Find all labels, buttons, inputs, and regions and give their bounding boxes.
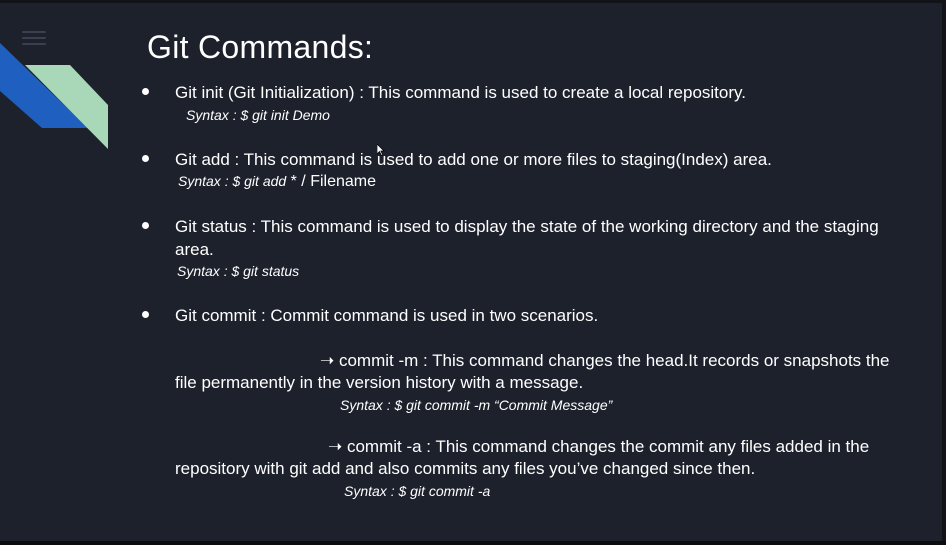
bullet-icon [142,311,149,318]
slide: Git Commands: Git init (Git Initializati… [0,3,942,541]
commit-a-syntax: Syntax : $ git commit -a [344,483,491,499]
git-status-description-line1: Git status : This command is used to dis… [175,217,879,236]
bullet-icon [142,155,149,162]
git-add-syntax-args: * / Filename [286,173,376,190]
git-init-description: Git init (Git Initialization) : This com… [175,83,746,102]
bullet-icon [142,222,149,229]
git-init-syntax: Syntax : $ git init Demo [186,107,330,123]
bullet-icon [142,88,149,95]
commit-a-description-line1: ➝ commit -a : This command changes the c… [328,437,870,456]
git-status-description-line2: area. [175,240,214,259]
git-add-description: Git add : This command is used to add on… [175,150,772,169]
mouse-cursor-icon [377,144,385,156]
window-edge-right [942,0,946,545]
commit-a-description-line2: repository with git add and also commits… [175,459,756,478]
git-commit-description: Git commit : Commit command is used in t… [175,306,599,325]
commit-m-description-line1: ➝ commit -m : This command changes the h… [320,351,890,370]
page-title: Git Commands: [147,29,374,65]
git-status-syntax: Syntax : $ git status [177,263,300,279]
git-add-syntax-command: Syntax : $ git add [178,173,287,189]
hamburger-menu-icon[interactable] [22,31,46,45]
commit-m-syntax: Syntax : $ git commit -m “Commit Message… [340,397,613,413]
commit-m-description-line2: file permanently in the version history … [175,373,584,392]
git-add-syntax: Syntax : $ git add * / Filename [178,173,376,191]
window-edge-bottom [0,541,946,545]
decorative-stripes [0,43,108,149]
